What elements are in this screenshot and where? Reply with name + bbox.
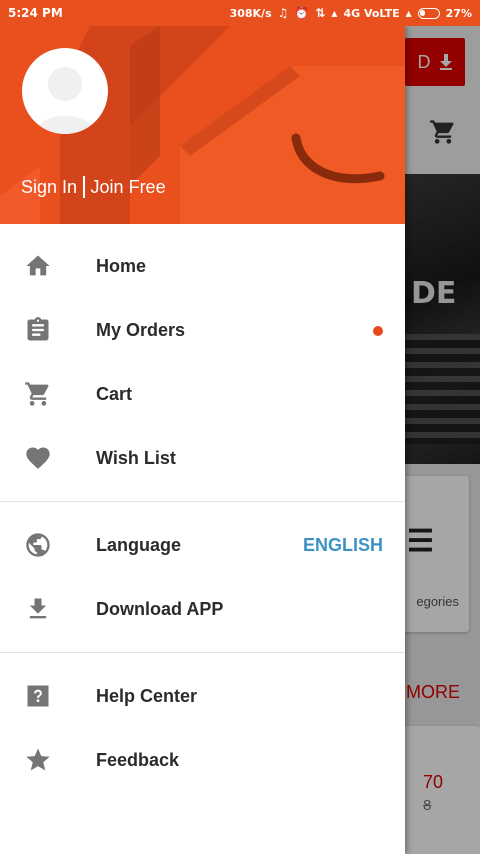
- language-value[interactable]: ENGLISH: [303, 513, 383, 577]
- menu-item-label: My Orders: [96, 320, 186, 340]
- status-time: 5:24 PM: [8, 6, 63, 20]
- network-type: 4G VoLTE: [343, 6, 400, 20]
- star-icon: [26, 748, 50, 771]
- cart-icon: [25, 382, 49, 406]
- drawer-header: Sign In Join Free: [0, 26, 405, 224]
- avatar[interactable]: [22, 48, 108, 134]
- clipboard-icon: [27, 317, 49, 341]
- menu-item-label: Download APP: [96, 599, 224, 619]
- signal-2-icon: ▴: [405, 6, 412, 20]
- menu-item-wish-list[interactable]: Wish List: [0, 426, 405, 490]
- drawer-scrim[interactable]: [405, 26, 480, 854]
- menu-item-label: Language: [96, 535, 182, 555]
- download-icon: [29, 598, 47, 619]
- join-free-link[interactable]: Join Free: [91, 177, 166, 198]
- menu-item-label: Cart: [96, 384, 133, 404]
- menu-item-label: Feedback: [96, 750, 180, 770]
- globe-icon: [26, 533, 50, 557]
- signal-icon: ▴: [331, 6, 338, 20]
- sign-in-link[interactable]: Sign In: [21, 177, 77, 198]
- alarm-icon: ⏰: [294, 6, 310, 20]
- notification-badge: [373, 326, 383, 336]
- menu-item-feedback[interactable]: Feedback: [0, 728, 405, 792]
- network-speed: 308K/s: [229, 6, 272, 20]
- drawer-menu: Home My Orders Cart Wish List Language E…: [0, 224, 405, 792]
- auth-links: Sign In Join Free: [21, 176, 166, 198]
- menu-item-label: Help Center: [96, 686, 198, 706]
- auth-separator: [83, 176, 85, 198]
- menu-item-label: Wish List: [96, 448, 176, 468]
- heart-icon: [26, 447, 50, 469]
- menu-divider: [0, 652, 405, 653]
- menu-item-my-orders[interactable]: My Orders: [0, 298, 405, 362]
- menu-item-language[interactable]: Language ENGLISH: [0, 513, 405, 577]
- status-bar: 5:24 PM 308K/s ♫ ⏰ ⇅ ▴ 4G VoLTE ▴ 27%: [0, 0, 480, 26]
- menu-item-label: Home: [96, 256, 147, 276]
- battery-level: 27%: [445, 6, 472, 20]
- user-placeholder-icon: [36, 67, 94, 134]
- navigation-drawer: Sign In Join Free Home My Orders Cart Wi…: [0, 26, 405, 854]
- silent-bell-icon: ♫: [277, 6, 289, 20]
- menu-item-home[interactable]: Home: [0, 234, 405, 298]
- menu-item-help-center[interactable]: Help Center: [0, 664, 405, 728]
- status-indicators: 308K/s ♫ ⏰ ⇅ ▴ 4G VoLTE ▴ 27%: [230, 6, 472, 20]
- menu-divider: [0, 501, 405, 502]
- menu-item-download-app[interactable]: Download APP: [0, 577, 405, 641]
- menu-top-padding: [0, 224, 405, 234]
- menu-item-cart[interactable]: Cart: [0, 362, 405, 426]
- data-arrows-icon: ⇅: [315, 6, 326, 20]
- battery-icon: [417, 7, 440, 19]
- help-icon: [27, 685, 49, 707]
- home-icon: [26, 255, 50, 276]
